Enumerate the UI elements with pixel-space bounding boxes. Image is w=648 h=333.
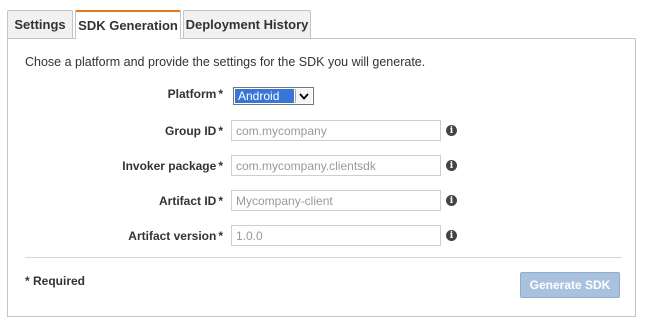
artifact-version-input[interactable]: 1.0.0 [231, 225, 441, 246]
invoker-package-label-text: Invoker package [122, 159, 217, 173]
divider [25, 257, 622, 258]
tab-deployment-history[interactable]: Deployment History [183, 10, 311, 38]
invoker-package-input[interactable]: com.mycompany.clientsdk [231, 155, 441, 176]
artifact-id-label-text: Artifact ID [158, 194, 217, 208]
artifact-version-label: Artifact version * [128, 229, 223, 243]
info-icon[interactable]: i [446, 230, 457, 241]
chevron-down-icon [295, 89, 312, 103]
tab-label: SDK Generation [78, 18, 178, 33]
tab-label: Deployment History [185, 17, 309, 32]
artifact-id-input[interactable]: Mycompany-client [231, 190, 441, 211]
required-star: * [218, 229, 223, 243]
intro-text: Chose a platform and provide the setting… [25, 55, 426, 69]
tab-label: Settings [14, 17, 66, 32]
platform-selected-value: Android [235, 89, 294, 103]
group-id-label: Group ID * [165, 124, 223, 138]
artifact-version-label-text: Artifact version [128, 229, 217, 243]
info-icon[interactable]: i [446, 125, 457, 136]
info-icon[interactable]: i [446, 160, 457, 171]
tab-sdk-generation[interactable]: SDK Generation [75, 10, 181, 39]
group-id-input[interactable]: com.mycompany [231, 120, 441, 141]
required-star: * [218, 194, 223, 208]
required-star: * [218, 159, 223, 173]
platform-label: Platform * [168, 87, 223, 101]
required-star: * [218, 87, 223, 101]
generate-sdk-button[interactable]: Generate SDK [520, 272, 620, 298]
invoker-package-label: Invoker package * [122, 159, 223, 173]
info-icon[interactable]: i [446, 195, 457, 206]
platform-select[interactable]: Android [233, 87, 314, 105]
artifact-id-label: Artifact ID * [159, 194, 223, 208]
required-star: * [218, 124, 223, 138]
sdk-generation-panel: Chose a platform and provide the setting… [7, 38, 636, 317]
platform-label-text: Platform [167, 87, 217, 101]
group-id-label-text: Group ID [165, 124, 217, 138]
tab-settings[interactable]: Settings [7, 10, 73, 38]
required-note: * Required [25, 274, 86, 288]
